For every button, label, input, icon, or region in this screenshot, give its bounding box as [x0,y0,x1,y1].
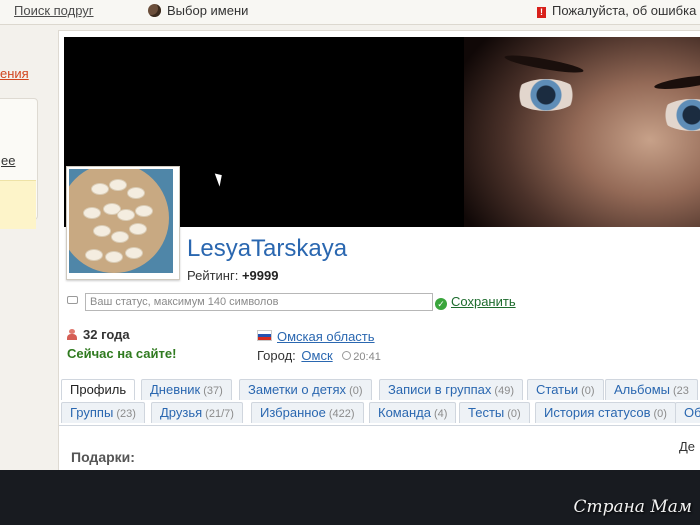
tab-count: (0) [507,408,521,420]
tab-count: (23) [116,408,136,420]
tab-count: (422) [328,408,355,420]
avatar-shell [111,231,129,243]
rating: Рейтинг: +9999 [187,268,278,283]
find-friends-link[interactable]: Поиск подруг [14,3,94,18]
left-yellow-block [0,180,36,229]
online-status: Сейчас на сайте! [67,346,177,361]
region-info: Омская область [257,329,375,344]
choose-name-icon [148,4,161,17]
age-text: 32 года [83,327,130,342]
tab-friends[interactable]: Друзья (21/7) [151,402,243,423]
russia-flag-icon [257,330,272,341]
region-link[interactable]: Омская область [277,329,375,344]
tab-count: (4) [433,408,448,420]
left-column: ения ее [0,40,56,460]
tab-content [59,425,700,470]
gifts-heading: Подарки: [71,449,135,465]
warning-icon: ! [537,7,546,18]
choose-name-label: Выбор имени [167,3,249,18]
local-time: 20:41 [342,351,381,363]
tab-about[interactable]: Об [675,402,700,423]
city-label: Город: [257,348,296,363]
cover-face [464,37,700,227]
avatar-shell [83,207,101,219]
tab-count: (0) [653,408,667,420]
save-status-label: Сохранить [451,294,516,309]
status-input[interactable] [85,293,433,311]
tab-child-notes[interactable]: Заметки о детях (0) [239,379,372,400]
avatar-shell [125,247,143,259]
avatar[interactable] [66,166,180,280]
report-error-link[interactable]: ! Пожалуйста, об ошибка [537,3,696,18]
tab-label: Избранное [260,405,326,420]
tab-count: (23 [673,385,689,397]
tab-label: Друзья [160,405,203,420]
tab-label: Альбомы [614,382,670,397]
avatar-image [69,169,173,273]
tab-group-posts[interactable]: Записи в группах (49) [379,379,523,400]
tab-albums[interactable]: Альбомы (23 [605,379,698,400]
city-info: Город: Омск 20:41 [257,348,381,363]
rating-label: Рейтинг: [187,268,239,283]
avatar-shell [91,183,109,195]
avatar-shell [105,251,123,263]
tab-count: (0) [349,385,363,397]
right-cut-text: Де [679,439,696,454]
check-icon: ✓ [435,298,447,310]
local-time-text: 20:41 [353,351,381,363]
avatar-shell [127,187,145,199]
tab-label: История статусов [544,405,651,420]
age-info: 32 года [67,327,130,342]
avatar-shell [117,209,135,221]
tab-tests[interactable]: Тесты (0) [459,402,530,423]
status-row: ✓ Сохранить [67,293,627,313]
top-links-bar: Поиск подруг Выбор имени ! Пожалуйста, об… [0,0,700,25]
clock-icon [342,351,352,360]
person-icon [67,329,77,340]
save-status-button[interactable]: ✓ Сохранить [435,294,516,310]
tab-label: Записи в группах [388,382,492,397]
avatar-shell [93,225,111,237]
tab-label: Профиль [70,382,127,397]
avatar-shell [135,205,153,217]
tab-count: (0) [581,385,595,397]
tab-label: Статьи [536,382,579,397]
tab-count: (49) [494,385,514,397]
choose-name-link[interactable]: Выбор имени [148,3,248,18]
tab-count: (21/7) [205,408,234,420]
left-more-link[interactable]: ее [1,153,15,168]
find-friends-label: Поиск подруг [14,3,94,18]
tab-profile[interactable]: Профиль [61,379,136,400]
username: LesyaTarskaya [187,235,348,262]
tab-articles[interactable]: Статьи (0) [527,379,604,400]
tab-groups[interactable]: Группы (23) [61,402,145,423]
monitor-bezel: Страна Мам [0,470,700,525]
mouse-cursor-icon [214,171,226,187]
avatar-shell [85,249,103,261]
avatar-shell [109,179,127,191]
tab-favorites[interactable]: Избранное (422) [251,402,364,423]
tab-label: Команда [378,405,431,420]
tab-label: Об [684,405,700,420]
browser-screen: Поиск подруг Выбор имени ! Пожалуйста, об… [0,0,700,470]
tab-diary[interactable]: Дневник (37) [141,379,232,400]
speech-bubble-icon [67,296,78,304]
tab-label: Тесты [468,405,505,420]
tab-status-history[interactable]: История статусов (0) [535,402,676,423]
cover-eye-left [514,79,578,111]
profile-panel: LesyaTarskaya Рейтинг: +9999 ✓Сохранить … [58,30,700,470]
tab-label: Заметки о детях [248,382,347,397]
site-watermark: Страна Мам [573,497,692,517]
city-link[interactable]: Омск [301,348,332,363]
tab-label: Дневник [150,382,201,397]
tab-count: (37) [203,385,223,397]
avatar-shell [129,223,147,235]
tab-label: Группы [70,405,114,420]
report-error-label: Пожалуйста, об ошибка [552,3,697,18]
left-red-link[interactable]: ения [0,66,29,81]
tab-team[interactable]: Команда (4) [369,402,457,423]
rating-value: +9999 [241,268,279,283]
